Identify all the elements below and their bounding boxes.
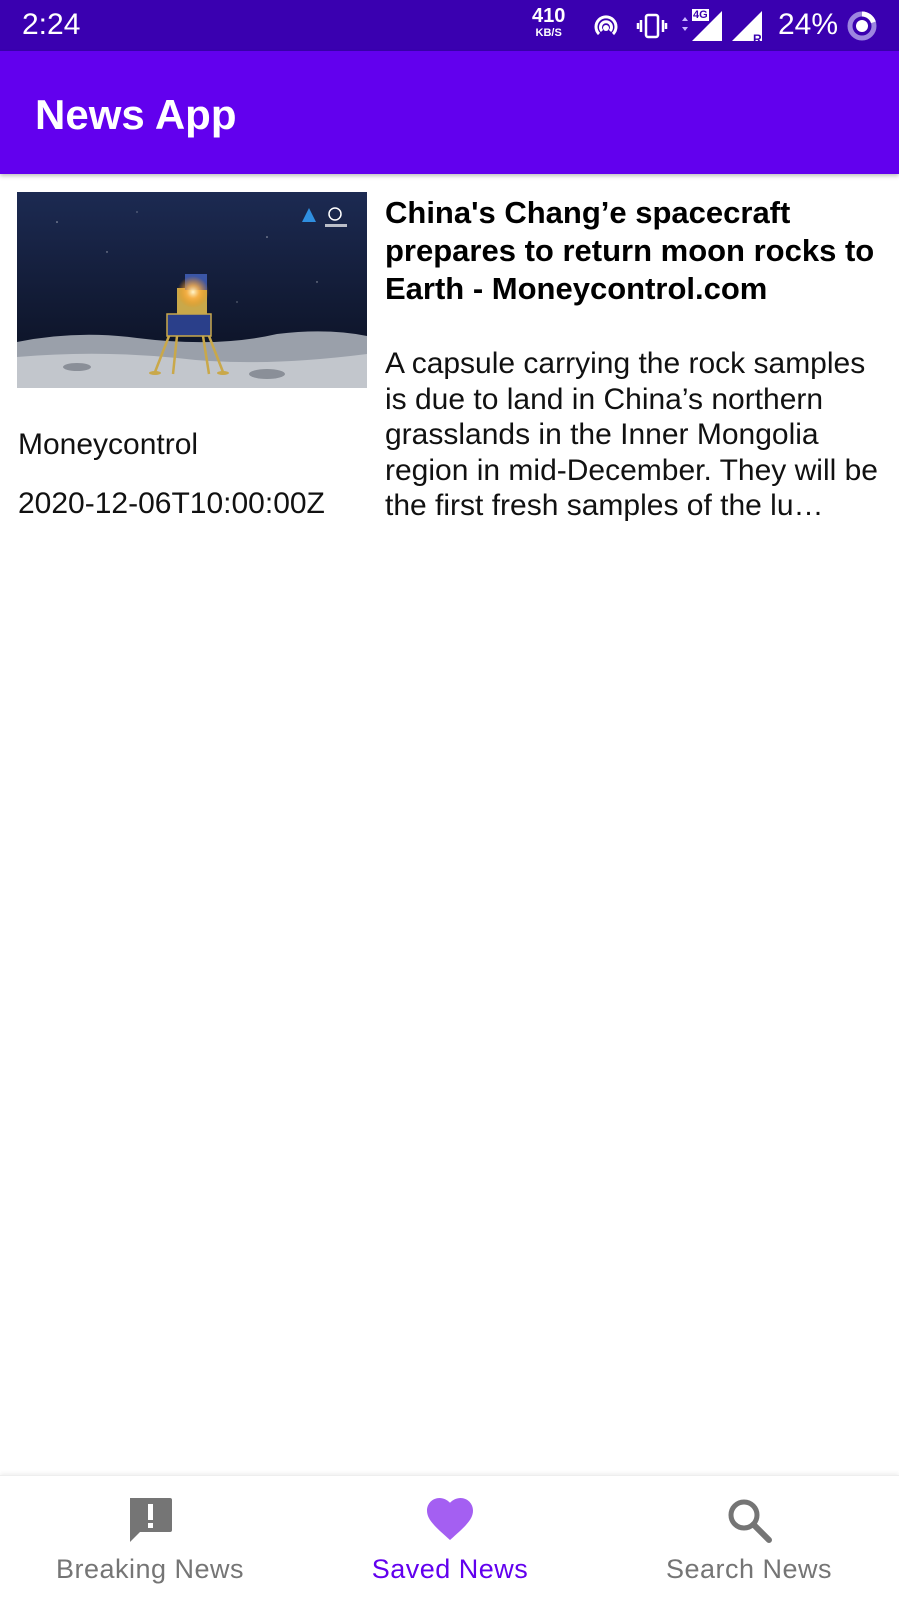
article-source: Moneycontrol [18, 428, 199, 461]
screen: 2:24 410 KB/S 4G R 24% News App Moneycon… [0, 0, 899, 1599]
heart-icon [427, 1498, 473, 1540]
vibrate-icon [636, 13, 668, 39]
search-icon [728, 1499, 772, 1543]
app-title: News App [35, 91, 237, 138]
battery-percent: 24% [778, 8, 839, 41]
moon-lander-image [17, 192, 367, 388]
nav-search-news[interactable]: Search News [599, 1476, 899, 1599]
article-thumbnail [17, 192, 367, 388]
roaming-label: R [753, 32, 762, 46]
bottom-navigation: Breaking News Saved News Search News [0, 1475, 899, 1599]
battery-ring-icon [847, 11, 877, 41]
article-list-item[interactable]: Moneycontrol 2020-12-06T10:00:00Z China'… [0, 174, 899, 544]
app-bar: News App [0, 51, 899, 174]
nav-saved-news[interactable]: Saved News [300, 1476, 600, 1599]
article-date: 2020-12-06T10:00:00Z [18, 487, 325, 520]
nav-saved-news-label: Saved News [371, 1554, 529, 1584]
nav-search-news-label: Search News [665, 1554, 833, 1584]
status-bar: 2:24 410 KB/S 4G R 24% [0, 0, 899, 51]
nav-breaking-news[interactable]: Breaking News [0, 1476, 300, 1599]
network-speed-unit: KB/S [535, 27, 562, 39]
hotspot-icon [594, 15, 618, 36]
nav-breaking-news-label: Breaking News [55, 1554, 245, 1584]
network-type-label: 4G [692, 9, 709, 21]
alert-message-icon [130, 1498, 172, 1542]
network-speed: 410 KB/S [532, 6, 565, 39]
article-description: A capsule carrying the rock samples is d… [385, 347, 878, 522]
network-speed-value: 410 [532, 5, 566, 27]
status-time: 2:24 [22, 8, 81, 41]
article-title: China's Chang’e spacecraft prepares to r… [385, 195, 875, 306]
